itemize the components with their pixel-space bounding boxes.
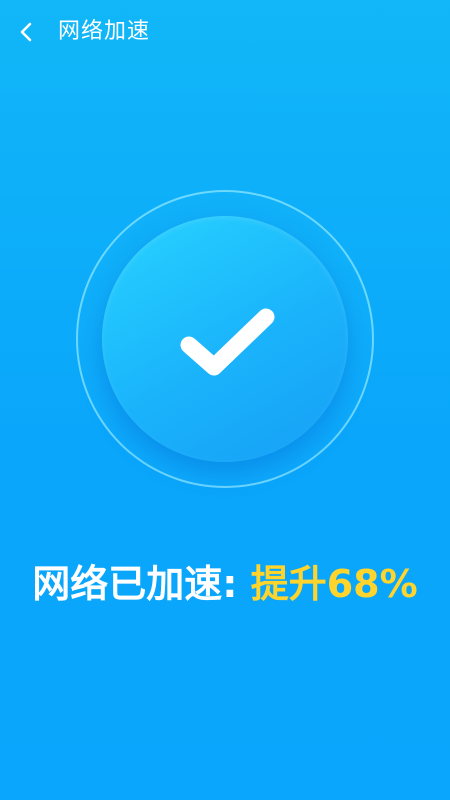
top-bar: 网络加速 (0, 0, 450, 64)
back-button[interactable] (12, 16, 40, 48)
success-badge (76, 190, 374, 488)
chevron-left-icon (20, 22, 32, 42)
success-badge-core (102, 216, 348, 462)
accelerate-screen: 网络加速 网络已加速: 提升68% (0, 0, 450, 800)
accelerate-result: 网络已加速: 提升68% (0, 556, 450, 612)
page-title: 网络加速 (58, 19, 151, 44)
result-label: 网络已加速: (32, 562, 238, 606)
result-value: 提升68% (250, 562, 418, 606)
check-icon (180, 308, 275, 376)
